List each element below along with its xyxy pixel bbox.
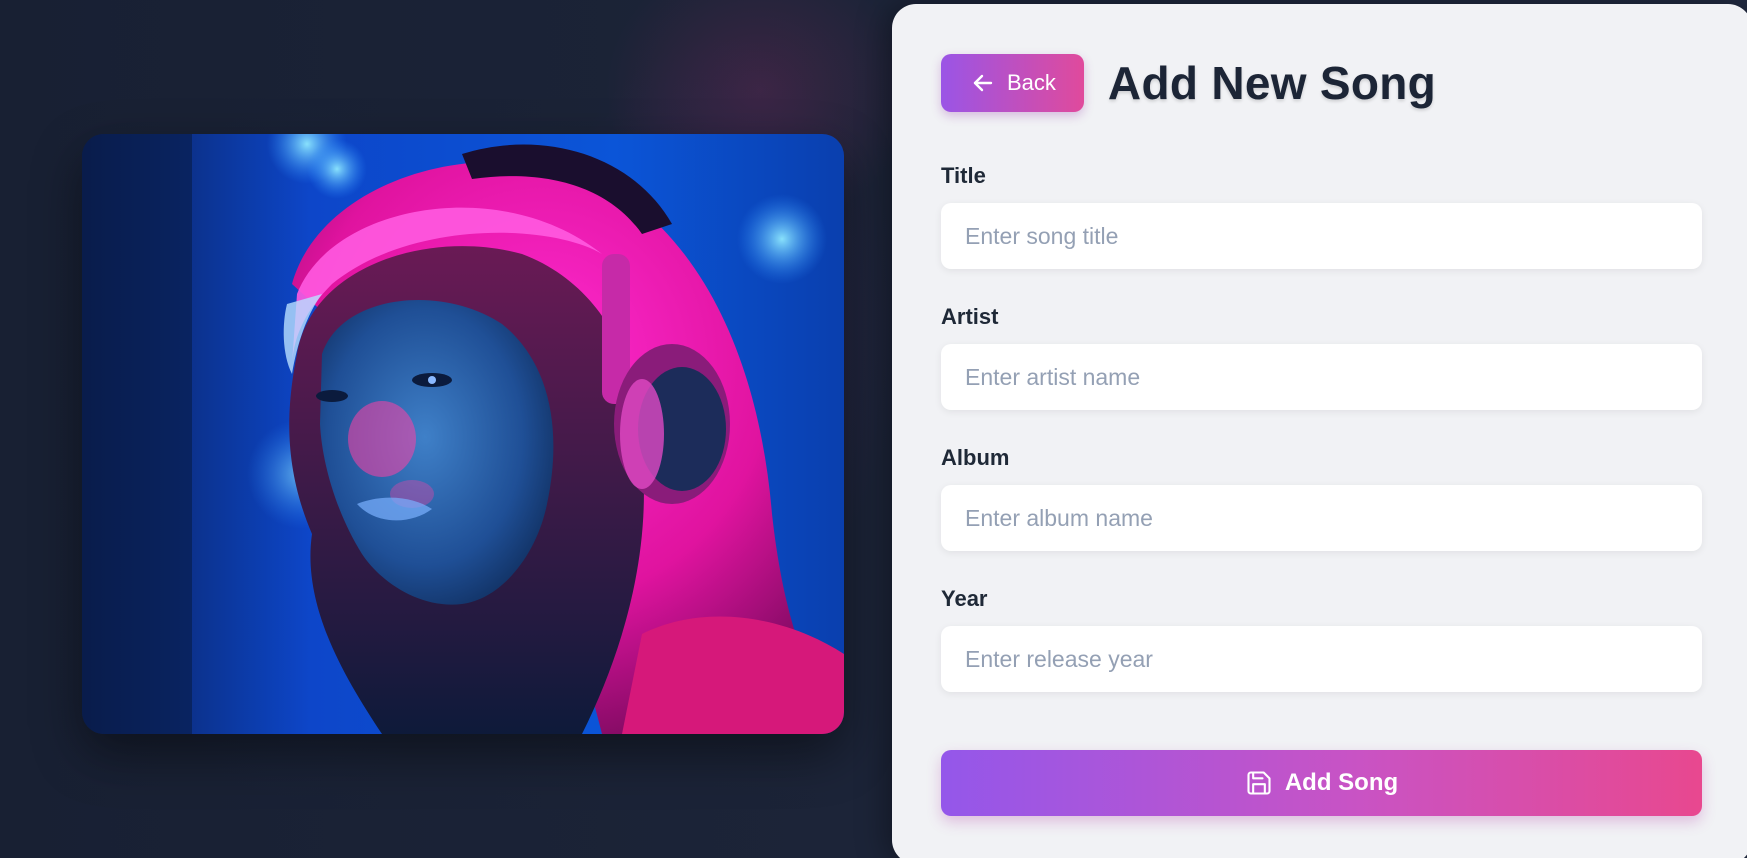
album-field-group: Album bbox=[941, 445, 1702, 551]
back-button-label: Back bbox=[1007, 70, 1056, 95]
album-label: Album bbox=[941, 445, 1010, 470]
title-input[interactable] bbox=[941, 203, 1702, 269]
page-title: Add New Song bbox=[1107, 57, 1437, 109]
add-song-button[interactable]: Add Song bbox=[941, 750, 1702, 816]
year-input[interactable] bbox=[941, 626, 1702, 692]
save-icon bbox=[1247, 771, 1271, 795]
arrow-left-icon bbox=[973, 74, 993, 92]
woman-with-headphones-illustration bbox=[82, 134, 844, 734]
year-field-group: Year bbox=[941, 586, 1702, 692]
artist-input[interactable] bbox=[941, 344, 1702, 410]
add-song-button-label: Add Song bbox=[1284, 769, 1399, 796]
title-field-group: Title bbox=[941, 163, 1702, 269]
song-cover-image bbox=[82, 134, 844, 734]
artist-field-group: Artist bbox=[941, 304, 1702, 410]
back-button[interactable]: Back bbox=[941, 54, 1084, 112]
add-song-panel: Back Add New Song Title Artist Album Yea… bbox=[892, 4, 1747, 858]
album-input[interactable] bbox=[941, 485, 1702, 551]
artist-label: Artist bbox=[941, 304, 999, 329]
title-label: Title bbox=[941, 163, 986, 188]
panel-header: Back Add New Song bbox=[941, 54, 1436, 112]
year-label: Year bbox=[941, 586, 988, 611]
